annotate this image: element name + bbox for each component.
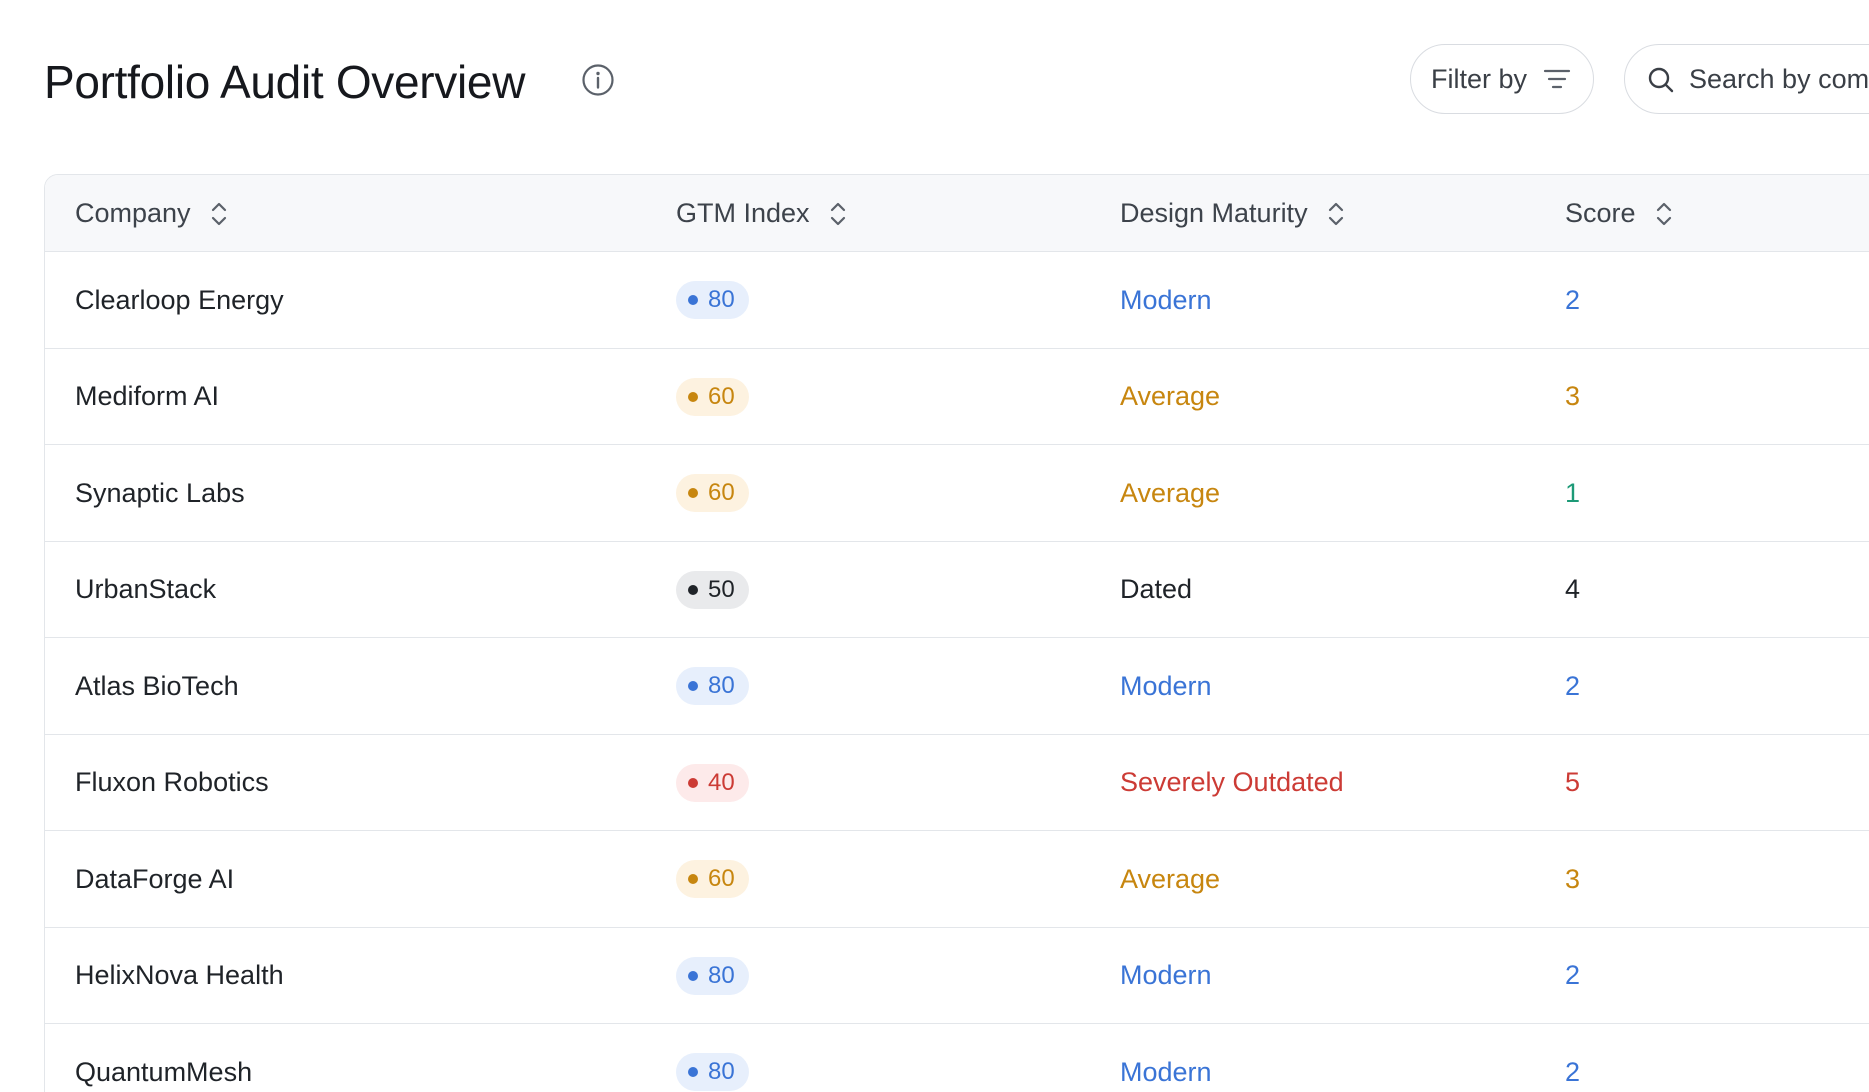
gtm-index-value: 80: [708, 1058, 735, 1086]
score: 3: [1565, 863, 1581, 894]
filter-button[interactable]: Filter by: [1410, 44, 1594, 114]
page-title: Portfolio Audit Overview: [44, 56, 526, 108]
status-dot-icon: [688, 584, 698, 595]
status-dot-icon: [688, 391, 698, 402]
score: 2: [1565, 960, 1581, 991]
gtm-index-value: 40: [708, 768, 735, 796]
design-maturity: Severely Outdated: [1120, 767, 1344, 798]
design-maturity: Modern: [1120, 1056, 1212, 1087]
filter-icon: [1543, 69, 1571, 89]
company-name: Fluxon Robotics: [75, 767, 269, 798]
score: 4: [1565, 574, 1581, 605]
search-icon: [1648, 67, 1674, 93]
design-maturity: Average: [1120, 381, 1221, 412]
gtm-index-cell: 80: [676, 928, 749, 1025]
gtm-index-value: 50: [708, 575, 735, 603]
table-header: Company GTM Index Design Maturity Score: [45, 175, 1869, 252]
score: 3: [1565, 381, 1581, 412]
score: 2: [1565, 1056, 1581, 1087]
table-row[interactable]: Atlas BioTech 80 Modern 2: [45, 638, 1869, 735]
gtm-index-badge: 40: [676, 763, 749, 802]
portfolio-audit-page: Portfolio Audit Overview Filter by Compa…: [0, 0, 1869, 1092]
table-row[interactable]: UrbanStack 50 Dated 4: [45, 542, 1869, 639]
score: 5: [1565, 767, 1581, 798]
gtm-index-badge: 80: [676, 956, 749, 995]
gtm-index-badge: 80: [676, 281, 749, 320]
gtm-index-cell: 80: [676, 638, 749, 735]
gtm-index-badge: 80: [676, 667, 749, 706]
portfolio-table: Company GTM Index Design Maturity Score …: [44, 174, 1869, 1092]
filter-button-label: Filter by: [1431, 63, 1528, 94]
sort-icon: [1328, 202, 1343, 225]
table-row[interactable]: Clearloop Energy 80 Modern 2: [45, 252, 1869, 349]
sort-icon: [830, 202, 845, 225]
status-dot-icon: [688, 295, 698, 306]
table-row[interactable]: Mediform AI 60 Average 3: [45, 349, 1869, 446]
status-dot-icon: [688, 777, 698, 788]
company-name: Synaptic Labs: [75, 477, 245, 508]
gtm-index-cell: 60: [676, 831, 749, 928]
company-name: UrbanStack: [75, 574, 217, 605]
score: 2: [1565, 284, 1581, 315]
search-box[interactable]: [1624, 44, 1869, 114]
table-row[interactable]: QuantumMesh 80 Modern 2: [45, 1024, 1869, 1092]
search-input[interactable]: [1689, 61, 1869, 97]
status-dot-icon: [688, 681, 698, 692]
status-dot-icon: [688, 1067, 698, 1078]
gtm-index-badge: 60: [676, 377, 749, 416]
gtm-index-value: 60: [708, 382, 735, 410]
gtm-index-badge: 60: [676, 474, 749, 513]
table-row[interactable]: DataForge AI 60 Average 3: [45, 831, 1869, 928]
gtm-index-cell: 60: [676, 349, 749, 446]
gtm-index-value: 80: [708, 672, 735, 700]
gtm-index-cell: 40: [676, 735, 749, 832]
company-name: HelixNova Health: [75, 960, 284, 991]
gtm-index-badge: 60: [676, 860, 749, 899]
company-name: QuantumMesh: [75, 1056, 253, 1087]
score: 2: [1565, 670, 1581, 701]
design-maturity: Dated: [1120, 574, 1193, 605]
table-body: Clearloop Energy 80 Modern 2 Mediform AI 60 Av…: [45, 252, 1869, 1092]
gtm-index-cell: 80: [676, 252, 749, 349]
column-header-score[interactable]: Score: [1565, 175, 1674, 252]
column-header-company[interactable]: Company: [75, 175, 229, 252]
gtm-index-cell: 60: [676, 445, 749, 542]
design-maturity: Average: [1120, 863, 1221, 894]
gtm-index-cell: 80: [676, 1024, 749, 1092]
design-maturity: Modern: [1120, 284, 1212, 315]
table-row[interactable]: Synaptic Labs 60 Average 1: [45, 445, 1869, 542]
status-dot-icon: [688, 874, 698, 885]
company-name: DataForge AI: [75, 863, 235, 894]
column-header-design-maturity[interactable]: Design Maturity: [1120, 175, 1346, 252]
gtm-index-value: 80: [708, 286, 735, 314]
design-maturity: Modern: [1120, 670, 1212, 701]
gtm-index-value: 80: [708, 961, 735, 989]
design-maturity: Modern: [1120, 960, 1212, 991]
status-dot-icon: [688, 488, 698, 499]
info-icon[interactable]: [581, 63, 615, 97]
gtm-index-badge: 80: [676, 1053, 749, 1092]
column-header-gtm-index[interactable]: GTM Index: [676, 175, 848, 252]
company-name: Atlas BioTech: [75, 670, 239, 701]
status-dot-icon: [688, 970, 698, 981]
gtm-index-value: 60: [708, 865, 735, 893]
sort-icon: [1656, 202, 1671, 225]
sort-icon: [211, 202, 226, 225]
table-row[interactable]: Fluxon Robotics 40 Severely Outdated 5: [45, 735, 1869, 832]
design-maturity: Average: [1120, 477, 1221, 508]
gtm-index-badge: 50: [676, 570, 749, 609]
company-name: Clearloop Energy: [75, 284, 284, 315]
score: 1: [1565, 477, 1581, 508]
gtm-index-cell: 50: [676, 542, 749, 639]
gtm-index-value: 60: [708, 479, 735, 507]
company-name: Mediform AI: [75, 381, 220, 412]
table-row[interactable]: HelixNova Health 80 Modern 2: [45, 928, 1869, 1025]
